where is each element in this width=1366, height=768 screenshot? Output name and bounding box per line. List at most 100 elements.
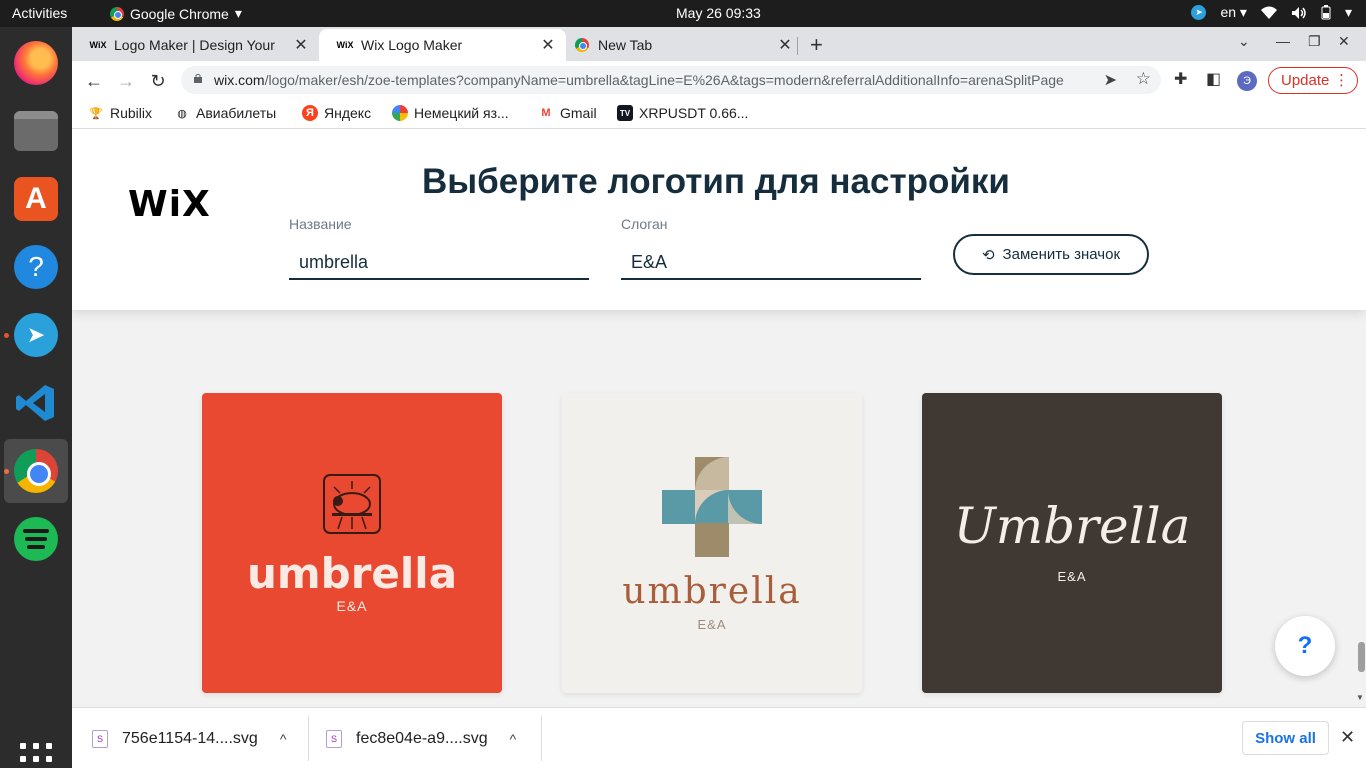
download-item[interactable]: S fec8e04e-a9....svg ^ <box>326 708 516 768</box>
pinwheel-icon <box>392 105 408 121</box>
wix-favicon-icon: WiX <box>89 40 107 50</box>
telegram-tray-icon[interactable]: ➤ <box>1191 5 1207 20</box>
chevron-up-icon[interactable]: ^ <box>510 731 517 747</box>
window-close-icon[interactable]: ✕ <box>1338 33 1350 50</box>
chevron-up-icon[interactable]: ^ <box>280 731 287 747</box>
dock-telegram[interactable]: ➤ <box>12 311 60 359</box>
download-item[interactable]: S 756e1154-14....svg ^ <box>92 708 286 768</box>
chrome-favicon-icon <box>574 37 590 53</box>
system-tray[interactable]: ➤ en ▾ ▾ <box>1191 4 1352 21</box>
battery-icon <box>1321 5 1331 20</box>
bookmark-yandex[interactable]: Я Яндекс <box>302 105 371 121</box>
desktop: Activities Google Chrome ▾ May 26 09:33 … <box>0 0 1366 768</box>
extensions-puzzle-icon[interactable]: ✚ <box>1174 69 1187 89</box>
svg-file-icon: S <box>326 729 342 748</box>
software-store-icon: A <box>14 177 58 221</box>
bookmark-label: Gmail <box>560 105 597 121</box>
slogan-label: Слоган <box>621 216 668 232</box>
app-menu[interactable]: Google Chrome ▾ <box>110 5 242 22</box>
downloads-bar: S 756e1154-14....svg ^ S fec8e04e-a9....… <box>72 707 1366 768</box>
dock-firefox[interactable] <box>12 39 60 87</box>
tab-logo-maker[interactable]: WiX Logo Maker | Design Your ✕ <box>72 29 319 61</box>
files-icon <box>14 111 58 151</box>
wifi-icon <box>1260 6 1277 19</box>
show-apps-icon[interactable] <box>20 743 52 768</box>
download-filename: 756e1154-14....svg <box>122 729 258 747</box>
wix-logo[interactable]: WiX <box>128 184 211 225</box>
minimize-icon[interactable]: — <box>1276 33 1290 49</box>
maximize-icon[interactable]: ❐ <box>1308 33 1321 50</box>
bookmark-star-icon[interactable]: ☆ <box>1136 69 1151 89</box>
caret-down-icon: ▾ <box>1344 4 1352 20</box>
bookmark-label: XRPUSDT 0.66... <box>639 105 749 121</box>
globe-icon: ◍ <box>177 107 187 120</box>
scroll-down-icon[interactable]: ▼ <box>1356 693 1364 702</box>
close-tab-icon[interactable]: ✕ <box>293 35 309 55</box>
clock[interactable]: May 26 09:33 <box>676 5 761 21</box>
scrollbar-thumb[interactable] <box>1358 642 1365 672</box>
dock-vscode[interactable] <box>12 379 60 427</box>
new-tab-icon[interactable]: + <box>810 32 823 58</box>
profile-avatar[interactable]: Э <box>1237 71 1257 91</box>
chrome-icon <box>14 449 58 493</box>
bookmark-label: Яндекс <box>324 105 372 121</box>
dock-files[interactable] <box>12 107 60 155</box>
bookmark-german[interactable]: Немецкий яз... <box>392 105 509 121</box>
dock-spotify[interactable] <box>12 515 60 563</box>
url-path: /logo/maker/esh/zoe-templates?companyNam… <box>264 72 1064 88</box>
activities-button[interactable]: Activities <box>12 5 67 21</box>
bookmark-label: Авиабилеты <box>196 105 277 121</box>
company-name-label: Название <box>289 216 352 232</box>
bookmark-gmail[interactable]: M Gmail <box>538 105 597 121</box>
page-title: Выберите логотип для настройки <box>422 162 1010 201</box>
logo-card-3[interactable]: Umbrella E&A <box>922 393 1222 693</box>
tab-search-icon[interactable]: ⌄ <box>1238 33 1250 50</box>
tab-strip: WiX Logo Maker | Design Your ✕ WiX Wix L… <box>72 27 1366 61</box>
caret-down-icon: ▾ <box>234 5 242 21</box>
tab-wix-logo-maker[interactable]: WiX Wix Logo Maker ✕ <box>319 29 566 61</box>
page-header: WiX Выберите логотип для настройки Назва… <box>72 130 1366 310</box>
running-indicator <box>4 333 9 338</box>
dock-help[interactable]: ? <box>12 243 60 291</box>
logo-tagline-text: E&A <box>336 598 368 614</box>
tab-title: Wix Logo Maker <box>361 37 463 53</box>
logo-tagline-text: E&A <box>697 617 727 632</box>
forward-icon[interactable]: → <box>114 69 138 93</box>
help-icon: ? <box>14 245 58 289</box>
tab-separator <box>797 37 798 55</box>
bookmark-rubilix[interactable]: 🏆 Rubilix <box>88 105 152 121</box>
close-tab-icon[interactable]: ✕ <box>540 35 556 55</box>
company-name-input[interactable]: umbrella <box>289 246 589 280</box>
divider <box>541 716 542 761</box>
url-domain: wix.com <box>214 72 265 88</box>
dock-chrome[interactable] <box>4 439 68 503</box>
lock-icon <box>194 73 202 83</box>
back-icon[interactable]: ← <box>82 69 106 93</box>
yandex-icon: Я <box>302 105 318 121</box>
update-button[interactable]: Update ⋮ <box>1268 67 1358 94</box>
chrome-icon <box>110 6 124 21</box>
logo-card-1[interactable]: umbrella E&A <box>202 393 502 693</box>
divider <box>308 716 309 761</box>
close-downloads-icon[interactable]: ✕ <box>1340 727 1355 748</box>
side-panel-icon[interactable]: ◧ <box>1206 69 1221 89</box>
bookmark-aviabilety[interactable]: ◍ Авиабилеты <box>174 105 276 121</box>
close-tab-icon[interactable]: ✕ <box>777 35 793 55</box>
language-indicator[interactable]: en ▾ <box>1220 4 1247 21</box>
slogan-input[interactable]: E&A <box>621 246 921 280</box>
dock-software[interactable]: A <box>12 175 60 223</box>
replace-icon-label: Заменить значок <box>1002 246 1121 263</box>
help-button[interactable]: ? <box>1275 616 1335 676</box>
tab-new-tab[interactable]: New Tab ✕ <box>556 29 803 61</box>
slogan-field: Слоган E&A <box>621 216 921 280</box>
show-all-button[interactable]: Show all <box>1242 721 1329 755</box>
replace-icon-button[interactable]: ⟲ Заменить значок <box>953 234 1149 275</box>
reload-icon[interactable]: ↻ <box>146 69 170 93</box>
company-name-field: Название umbrella <box>289 216 589 280</box>
logo-card-2[interactable]: umbrella E&A <box>562 393 862 693</box>
address-bar[interactable]: wix.com/logo/maker/esh/zoe-templates?com… <box>181 66 1161 94</box>
bookmark-xrpusdt[interactable]: TV XRPUSDT 0.66... <box>617 105 748 121</box>
tab-title: Logo Maker | Design Your <box>114 37 275 53</box>
send-tab-icon[interactable]: ➤ <box>1104 70 1117 90</box>
trophy-icon: 🏆 <box>89 107 103 120</box>
